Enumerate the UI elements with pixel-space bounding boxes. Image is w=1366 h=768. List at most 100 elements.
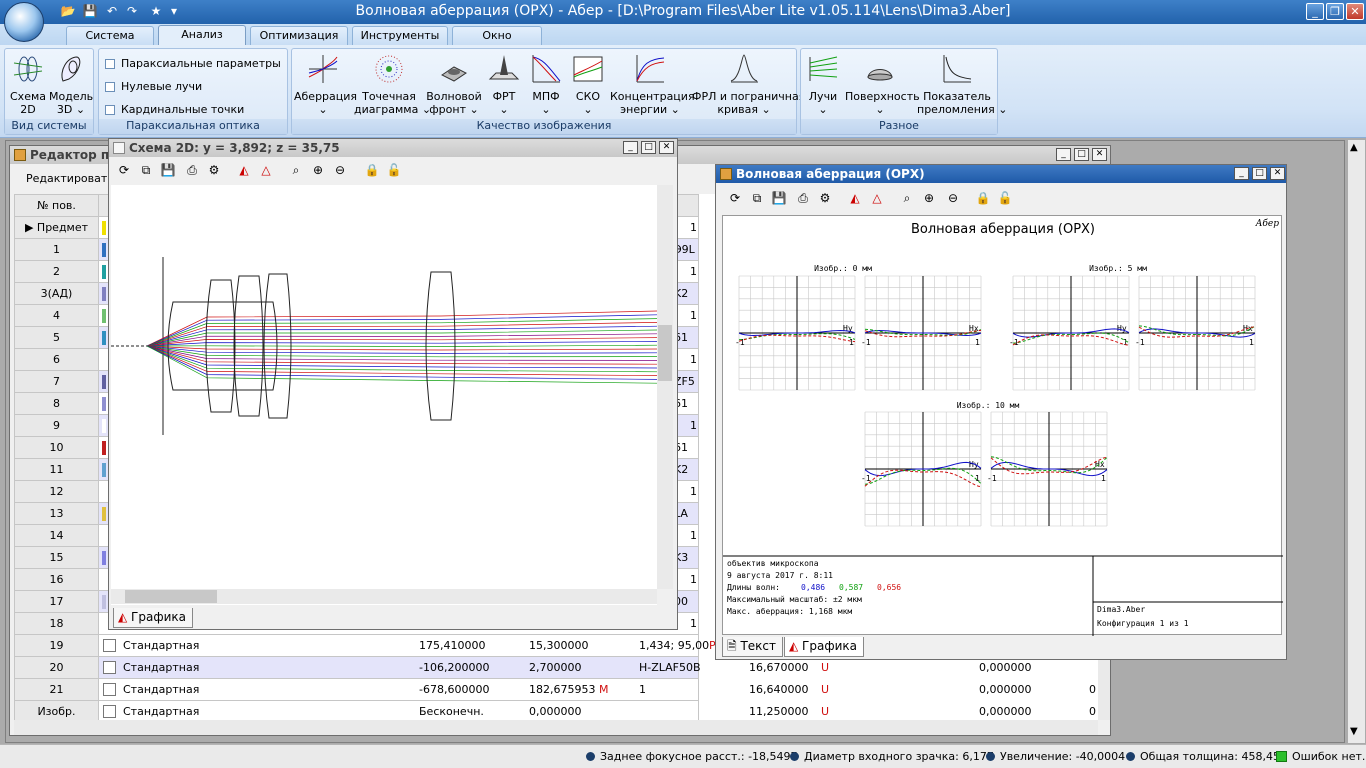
row-checkbox[interactable] [103,661,116,674]
row-header[interactable]: 16 [14,568,99,591]
chart-outline-icon[interactable]: △ [257,161,275,179]
editor-maximize-button[interactable]: □ [1074,148,1089,161]
wave-minimize-button[interactable]: _ [1234,167,1249,180]
row-header[interactable]: 19 [14,634,99,657]
scheme-hscroll-thumb[interactable] [125,590,217,603]
row-header[interactable]: 9 [14,414,99,437]
wavefront-button[interactable]: Волновой фронт ⌄ [426,53,482,116]
row-header[interactable]: 20 [14,656,99,679]
row-header[interactable]: 6 [14,348,99,371]
row-header[interactable]: 2 [14,260,99,283]
row-cells[interactable]: Стандартная Бесконечн. 0,000000 11,250000 U 0… [98,700,1096,720]
editor-hscroll[interactable] [14,720,1098,735]
row-header[interactable]: 8 [14,392,99,415]
unlock-icon[interactable]: 🔓 [385,161,403,179]
rays-button[interactable]: Лучи ⌄ [803,53,843,116]
row-header[interactable]: 10 [14,436,99,459]
tab-system[interactable]: Система [66,26,154,46]
energy-concentration-button[interactable]: Концентрация энергии ⌄ [610,53,695,116]
row-cells[interactable]: Стандартная -106,200000 2,700000 H-ZLAF50B 1… [98,656,1032,679]
lsf-button[interactable]: ФРЛ и пограничная кривая ⌄ [692,53,805,116]
tab-window[interactable]: Окно [452,26,542,46]
tab-tools[interactable]: Инструменты [352,26,448,46]
editor-close-button[interactable]: ✕ [1092,148,1107,161]
model-3d-button[interactable]: Модель 3D ⌄ [49,53,93,116]
maximize-button[interactable]: ❐ [1326,3,1344,20]
settings-icon[interactable]: ⚙ [816,189,834,207]
psf-button[interactable]: ФРТ ⌄ [484,53,524,116]
zoom-out-icon[interactable]: ⊖ [331,161,349,179]
row-header[interactable]: 4 [14,304,99,327]
unlock-icon[interactable]: 🔓 [996,189,1014,207]
row-header[interactable]: 18 [14,612,99,635]
row-header[interactable]: 14 [14,524,99,547]
table-row[interactable]: 19 Стандартная 175,410000 15,300000 1,434; 9… [14,634,716,657]
surface-button[interactable]: Поверхность ⌄ [845,53,920,116]
copy-icon[interactable]: ⧉ [748,189,766,207]
scroll-down-icon[interactable]: ▼ [1350,726,1358,737]
table-row[interactable]: 20 Стандартная -106,200000 2,700000 H-ZLAF50… [14,656,1032,679]
print-icon[interactable]: ⎙ [183,161,201,179]
table-row[interactable]: Изобр. Стандартная Бесконечн. 0,000000 11,25… [14,700,1096,720]
scheme-2d-button[interactable]: Схема 2D [8,53,48,116]
editor-minimize-button[interactable]: _ [1056,148,1071,161]
copy-icon[interactable]: ⧉ [137,161,155,179]
refresh-icon[interactable]: ⟳ [726,189,744,207]
row-header[interactable]: 1 [14,238,99,261]
scheme-vscroll[interactable] [657,185,673,589]
row-header[interactable]: Изобр. [14,700,99,720]
scheme-close-button[interactable]: ✕ [659,141,674,154]
row-header[interactable]: 5 [14,326,99,349]
zero-rays-checkbox[interactable]: Нулевые лучи [105,80,202,94]
row-cells[interactable]: Стандартная -678,600000 182,675953 M 1 16,640… [98,678,1096,701]
row-header[interactable]: 3(АД) [14,282,99,305]
settings-icon[interactable]: ⚙ [205,161,223,179]
wave-tab-text[interactable]: 🗎 Текст [722,637,784,657]
rms-button[interactable]: СКО ⌄ [568,53,608,116]
row-header[interactable]: 7 [14,370,99,393]
chart-icon[interactable]: ◭ [846,189,864,207]
zoom-in-icon[interactable]: ⊕ [309,161,327,179]
scheme-vscroll-thumb[interactable] [658,325,672,381]
row-checkbox[interactable] [103,705,116,718]
minimize-button[interactable]: _ [1306,3,1324,20]
workspace-vscroll[interactable]: ▲ ▼ [1348,140,1365,743]
chart-icon[interactable]: ◭ [235,161,253,179]
wave-tab-graphics[interactable]: ◭ Графика [784,637,864,657]
row-header[interactable]: 12 [14,480,99,503]
mtf-button[interactable]: МПФ ⌄ [526,53,566,116]
row-header[interactable]: 21 [14,678,99,701]
lock-icon[interactable]: 🔒 [974,189,992,207]
row-checkbox[interactable] [103,683,116,696]
scheme-minimize-button[interactable]: _ [623,141,638,154]
print-icon[interactable]: ⎙ [794,189,812,207]
zoom-fit-icon[interactable]: ⌕ [898,189,916,207]
scheme-tab-graphics[interactable]: ◭ Графика [113,608,193,628]
table-row[interactable]: 21 Стандартная -678,600000 182,675953 M 1 16,6… [14,678,1096,701]
lock-icon[interactable]: 🔒 [363,161,381,179]
refresh-icon[interactable]: ⟳ [115,161,133,179]
row-header[interactable]: 17 [14,590,99,613]
zoom-in-icon[interactable]: ⊕ [920,189,938,207]
row-checkbox[interactable] [103,639,116,652]
scroll-up-icon[interactable]: ▲ [1350,142,1358,153]
close-button[interactable]: ✕ [1346,3,1364,20]
zoom-out-icon[interactable]: ⊖ [944,189,962,207]
zoom-fit-icon[interactable]: ⌕ [287,161,305,179]
scheme-maximize-button[interactable]: □ [641,141,656,154]
save-icon[interactable]: 💾 [159,161,177,179]
tab-optimization[interactable]: Оптимизация [250,26,348,46]
row-header[interactable]: 13 [14,502,99,525]
save-icon[interactable]: 💾 [770,189,788,207]
app-orb-button[interactable] [4,2,44,42]
wave-close-button[interactable]: ✕ [1270,167,1285,180]
row-header[interactable]: 15 [14,546,99,569]
spot-diagram-button[interactable]: Точечная диаграмма ⌄ [354,53,431,116]
tab-analysis[interactable]: Анализ [158,25,246,47]
row-cells[interactable]: Стандартная 175,410000 15,300000 1,434; 95,… [98,634,716,657]
wave-maximize-button[interactable]: □ [1252,167,1267,180]
refractive-index-button[interactable]: Показатель преломления ⌄ [917,53,1007,116]
paraxial-params-checkbox[interactable]: Параксиальные параметры [105,57,281,71]
row-header[interactable]: ▶ Предмет [14,216,99,239]
chart-outline-icon[interactable]: △ [868,189,886,207]
